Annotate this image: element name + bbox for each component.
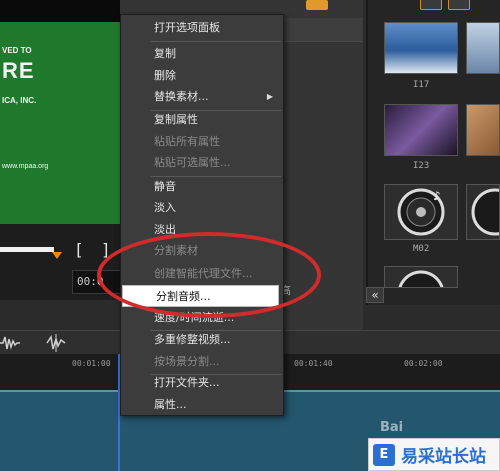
svg-text:♪: ♪ [433,189,441,203]
site-watermark-text: 易采站长站 [401,447,486,467]
thumb-partial[interactable] [466,104,500,156]
menu-item-replace-clip[interactable]: 替换素材... ▶ [121,86,283,108]
menu-item-label: 复制 [154,47,176,60]
scrubber-handle[interactable] [52,252,62,259]
menu-item-label: 删除 [154,69,176,82]
ruler-tick: 00:01:00 [72,359,111,368]
context-menu: 打开选项面板 复制 删除 替换素材... ▶ 复制属性 粘贴所有属性 粘贴可选属性… [120,14,284,416]
middle-panel-row [280,18,363,42]
menu-item-mute[interactable]: 静音 [121,176,283,198]
collapse-panel-button[interactable]: « [366,287,384,303]
red-annotation-ellipse [97,232,321,318]
site-logo-icon: E [373,443,395,466]
ruler-tick: 00:01:40 [294,359,333,368]
thumb-label: I17 [413,80,430,90]
menu-item-label: 打开文件夹... [154,376,220,389]
menu-item-fade-in[interactable]: 淡入 [121,197,283,219]
menu-item-paste-selected-attributes: 粘贴可选属性... [121,152,283,174]
thumb-partial[interactable] [384,266,458,288]
site-watermark: E 易采站长站 [368,438,500,471]
menu-item-split-by-scene: 按场景分割... [121,351,283,373]
menu-item-open-options-panel[interactable]: 打开选项面板 [121,17,283,39]
menu-item-copy[interactable]: 复制 [121,43,283,65]
thumb-label: I23 [413,161,430,171]
menu-item-label: 粘贴可选属性... [154,156,231,169]
menu-item-label: 多重修整视频... [154,333,231,346]
thumb-m02[interactable]: ♪ [384,184,458,240]
library-tool-button[interactable] [448,0,470,10]
menu-item-label: 淡入 [154,201,176,214]
panel-icon[interactable] [306,0,328,10]
menu-item-open-folder[interactable]: 打开文件夹... [121,372,283,394]
preview-text-line3: ICA, INC. [2,96,37,105]
menu-separator [151,41,281,42]
menu-item-properties[interactable]: 属性... [121,394,283,416]
menu-item-multi-trim-video[interactable]: 多重修整视频... [121,329,283,351]
thumb-partial[interactable] [466,22,500,74]
thumb-i17[interactable] [384,22,458,74]
preview-text-line4: www.mpaa.org [2,163,49,170]
baidu-watermark: Bai [380,420,404,435]
menu-item-label: 打开选项面板 [154,21,220,34]
menu-item-label: 静音 [154,180,176,193]
library-toolbar [380,0,500,10]
preview-text-line2: RE [2,58,35,83]
ruler-tick: 00:02:00 [404,359,443,368]
split-audio-icon[interactable] [44,334,68,352]
menu-item-label: 按场景分割... [154,355,220,368]
menu-item-paste-all-attributes: 粘贴所有属性 [121,131,283,153]
mark-in-button[interactable]: [ [74,240,84,259]
waveform-icon[interactable] [0,335,22,351]
library-tool-button[interactable] [420,0,442,10]
menu-item-delete[interactable]: 删除 [121,65,283,87]
submenu-arrow-icon: ▶ [266,92,273,101]
thumb-label: M02 [413,244,430,254]
menu-item-label: 粘贴所有属性 [154,135,220,148]
menu-item-label: 属性... [154,398,187,411]
thumb-i23[interactable] [384,104,458,156]
menu-item-label: 复制属性 [154,113,198,126]
scrubber-bar[interactable] [0,247,54,252]
thumb-partial[interactable] [466,184,500,240]
menu-item-copy-attributes[interactable]: 复制属性 [121,109,283,131]
preview-text-line1: VED TO [2,46,32,55]
menu-item-label: 替换素材... [154,90,209,103]
